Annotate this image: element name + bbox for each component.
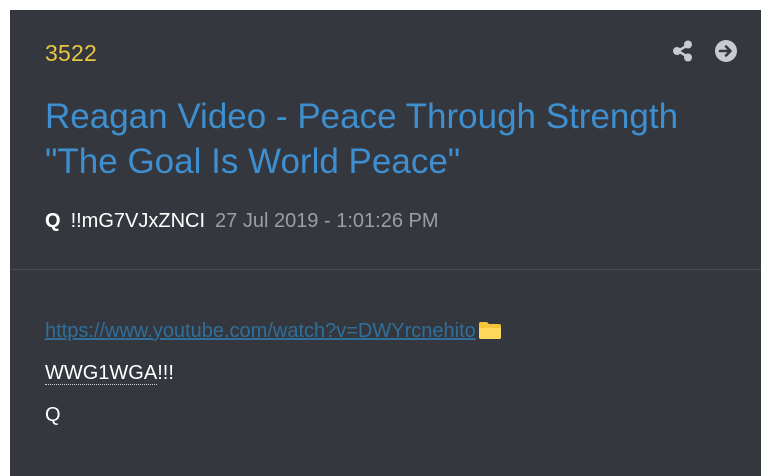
arrow-circle-right-icon[interactable] [713,38,739,64]
post-meta: Q !!mG7VJxZNCI 27 Jul 2019 - 1:01:26 PM [45,210,439,233]
folder-icon[interactable] [478,313,502,339]
link-line: https://www.youtube.com/watch?v=DWYrcneh… [45,310,745,352]
share-icon[interactable] [670,38,696,64]
tag-line: WWG1WGA!!! [45,352,745,394]
signature: Q [45,404,61,426]
post-number: 3522 [45,40,97,66]
post-title[interactable]: Reagan Video - Peace Through Strength "T… [45,94,725,184]
post-actions [670,38,739,64]
youtube-link[interactable]: https://www.youtube.com/watch?v=DWYrcneh… [45,320,476,342]
post-header: 3522 Reagan Video - Peace Through Streng… [10,10,761,269]
post-body: https://www.youtube.com/watch?v=DWYrcneh… [45,310,745,436]
post-datetime: 27 Jul 2019 - 1:01:26 PM [215,210,439,232]
tag-suffix: !!! [157,362,174,384]
post-tripcode: !!mG7VJxZNCI [70,210,206,232]
hashtag-link[interactable]: WWG1WGA [45,362,158,385]
post-card: 3522 Reagan Video - Peace Through Streng… [10,10,761,476]
divider [10,269,761,270]
post-author: Q [45,210,61,232]
